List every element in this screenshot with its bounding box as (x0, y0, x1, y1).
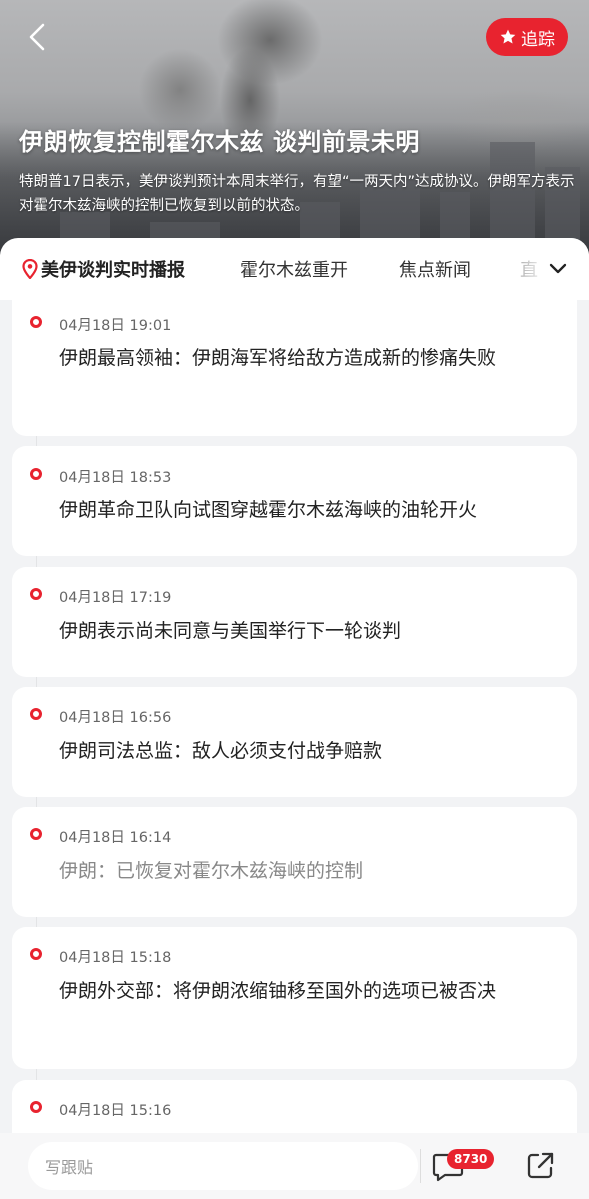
tab-focus-news[interactable]: 焦点新闻 (399, 256, 471, 282)
topic-description: 特朗普17日表示，美伊谈判预计本周末举行，有望“一两天内”达成协议。伊朗军方表示… (19, 174, 575, 214)
back-icon (29, 23, 45, 51)
topic-tabs: 美伊谈判实时播报 霍尔木兹重开 焦点新闻 直 (0, 238, 589, 300)
star-icon (500, 29, 516, 44)
item-text: 伊朗：已恢复对霍尔木兹海峡的控制 (59, 860, 364, 882)
tab-label: 霍尔木兹重开 (240, 260, 348, 281)
timeline-item[interactable]: 04月18日 19:01 伊朗最高领袖：伊朗海军将给敌方造成新的惨痛失败 (12, 300, 577, 436)
timeline-dot (30, 468, 42, 480)
tab-label: 焦点新闻 (399, 260, 471, 281)
comment-input[interactable]: 写跟贴 (28, 1142, 418, 1190)
follow-button[interactable]: 追踪 (486, 18, 568, 56)
location-pin-icon (22, 259, 38, 279)
item-text: 伊朗表示尚未同意与美国举行下一轮谈判 (59, 620, 402, 642)
item-text: 伊朗革命卫队向试图穿越霍尔木兹海峡的油轮开火 (59, 499, 478, 521)
timeline-item[interactable]: 04月18日 17:19 伊朗表示尚未同意与美国举行下一轮谈判 (12, 567, 577, 677)
share-icon (527, 1152, 554, 1179)
item-time: 04月18日 16:56 (59, 710, 172, 726)
timeline-dot (30, 588, 42, 600)
share-button[interactable] (524, 1150, 556, 1182)
more-tabs-button[interactable] (523, 238, 589, 300)
item-time: 04月18日 15:16 (59, 1103, 172, 1119)
bottom-bar: 写跟贴 (0, 1133, 589, 1199)
topic-title: 伊朗恢复控制霍尔木兹 谈判前景未明 (19, 128, 420, 156)
chevron-down-icon (549, 263, 567, 274)
timeline-item[interactable]: 04月18日 15:16 (12, 1080, 577, 1133)
back-button[interactable] (20, 20, 54, 54)
item-time: 04月18日 18:53 (59, 470, 172, 486)
timeline-dot (30, 708, 42, 720)
item-time: 04月18日 19:01 (59, 318, 172, 334)
timeline-item[interactable]: 04月18日 18:53 伊朗革命卫队向试图穿越霍尔木兹海峡的油轮开火 (12, 446, 577, 556)
timeline-dot (30, 828, 42, 840)
timeline-dot (30, 316, 42, 328)
tab-live-broadcast[interactable]: 美伊谈判实时播报 (22, 256, 185, 282)
item-text: 伊朗司法总监：敌人必须支付战争赔款 (59, 740, 383, 762)
divider (420, 1149, 421, 1183)
item-time: 04月18日 17:19 (59, 590, 172, 606)
item-text: 伊朗外交部：将伊朗浓缩铀移至国外的选项已被否决 (59, 980, 497, 1002)
timeline-item[interactable]: 04月18日 15:18 伊朗外交部：将伊朗浓缩铀移至国外的选项已被否决 (12, 927, 577, 1069)
timeline-dot (30, 948, 42, 960)
tab-label: 美伊谈判实时播报 (41, 260, 185, 281)
comment-placeholder: 写跟贴 (45, 1158, 94, 1177)
follow-label: 追踪 (521, 29, 555, 50)
item-time: 04月18日 15:18 (59, 950, 172, 966)
tab-hormuz-reopen[interactable]: 霍尔木兹重开 (240, 256, 348, 282)
timeline-item[interactable]: 04月18日 16:56 伊朗司法总监：敌人必须支付战争赔款 (12, 687, 577, 797)
comment-count-badge: 8730 (447, 1149, 495, 1169)
timeline-dot (30, 1101, 42, 1113)
timeline-item[interactable]: 04月18日 16:14 伊朗：已恢复对霍尔木兹海峡的控制 (12, 807, 577, 917)
item-time: 04月18日 16:14 (59, 830, 172, 846)
live-timeline: 04月18日 19:01 伊朗最高领袖：伊朗海军将给敌方造成新的惨痛失败 04月… (0, 300, 589, 1133)
topic-header: 追踪 伊朗恢复控制霍尔木兹 谈判前景未明 特朗普17日表示，美伊谈判预计本周末举… (0, 0, 589, 262)
item-text: 伊朗最高领袖：伊朗海军将给敌方造成新的惨痛失败 (59, 347, 497, 369)
